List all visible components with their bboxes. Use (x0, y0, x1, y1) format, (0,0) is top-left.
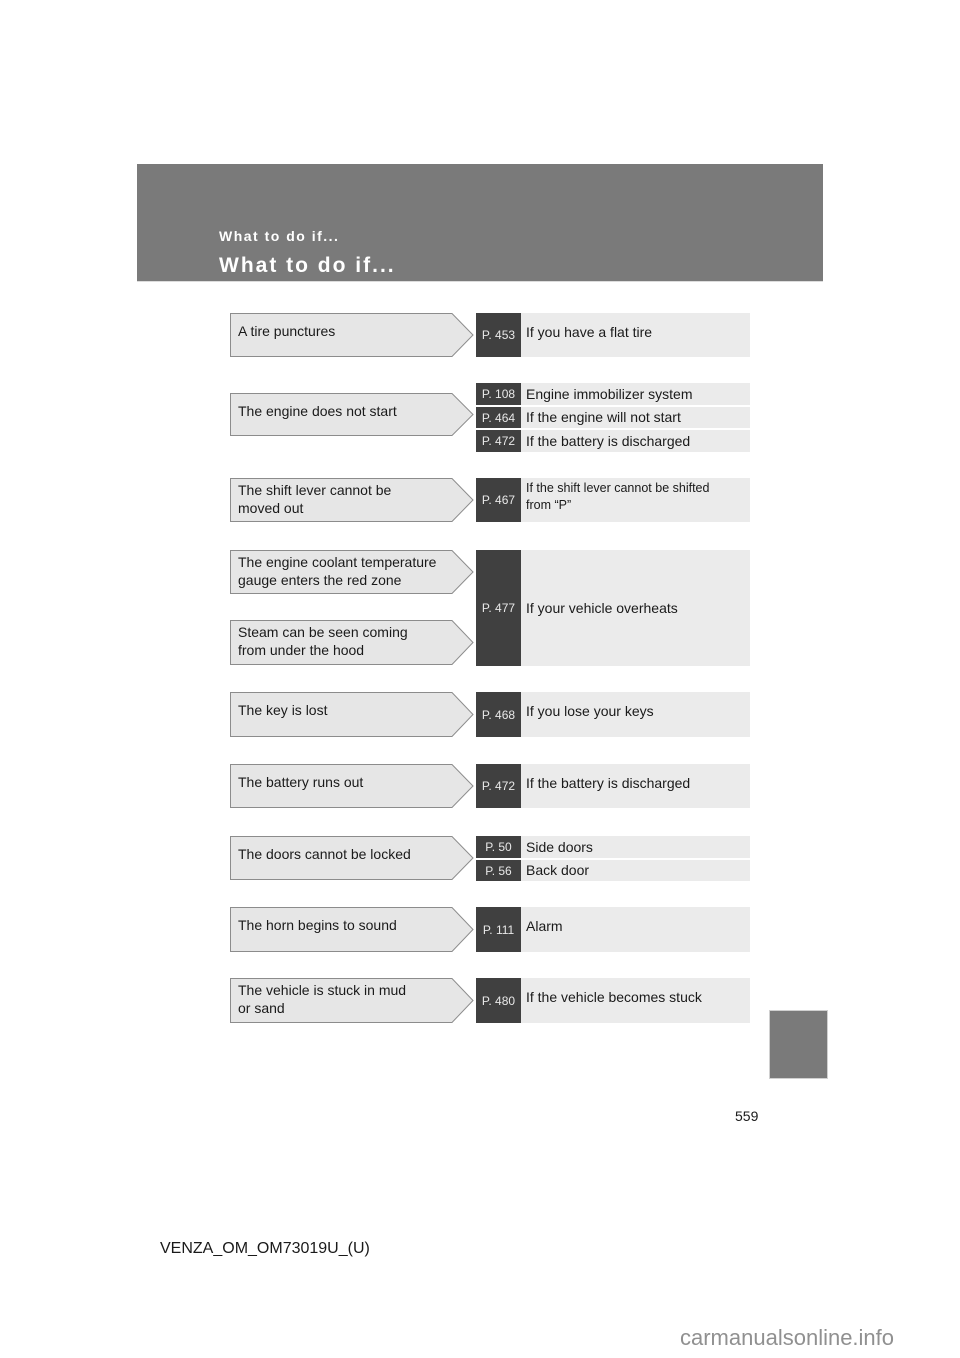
page-reference[interactable]: P. 477 (476, 550, 521, 666)
reference-row[interactable]: P. 480 If the vehicle becomes stuck (476, 978, 750, 1023)
situation-arrow: A tire punctures (230, 313, 474, 357)
reference-description: If the engine will not start (521, 407, 750, 428)
page-reference[interactable]: P. 480 (476, 978, 521, 1023)
reference-description: If the vehicle becomes stuck (521, 978, 750, 1023)
reference-row[interactable]: P. 477 If your vehicle overheats (476, 550, 750, 666)
reference-description: If you have a flat tire (521, 313, 750, 357)
page-reference[interactable]: P. 50 (476, 836, 521, 858)
reference-block: P. 108 Engine immobilizer system P. 464 If … (476, 383, 750, 452)
page-reference[interactable]: P. 468 (476, 692, 521, 737)
page-number: 559 (735, 1108, 759, 1124)
reference-description: If your vehicle overheats (521, 550, 750, 666)
reference-row[interactable]: P. 464 If the engine will not start (476, 407, 750, 428)
situation-arrow: Steam can be seen coming from under the … (230, 620, 474, 665)
situation-arrow: The doors cannot be locked (230, 836, 474, 880)
section-title: What to do if... (219, 254, 396, 277)
document-code: VENZA_OM_OM73019U_(U) (160, 1240, 370, 1257)
situation-arrow: The key is lost (230, 692, 474, 737)
situation-arrow: The vehicle is stuck in mud or sand (230, 978, 474, 1023)
situation-arrow: The engine does not start (230, 393, 474, 436)
situation-arrow: The horn begins to sound (230, 907, 474, 952)
reference-block: P. 453 If you have a flat tire (476, 313, 750, 357)
reference-block: P. 467 If the shift lever cannot be shift… (476, 478, 750, 522)
page-reference[interactable]: P. 56 (476, 860, 521, 881)
situation-text: The engine does not start (238, 403, 397, 419)
reference-row[interactable]: P. 468 If you lose your keys (476, 692, 750, 737)
page-reference[interactable]: P. 472 (476, 764, 521, 808)
situation-text: The key is lost (238, 702, 328, 718)
page-reference[interactable]: P. 472 (476, 430, 521, 452)
reference-description: If you lose your keys (521, 692, 750, 737)
situation-arrow: The shift lever cannot be moved out (230, 478, 474, 522)
situation-text: The horn begins to sound (238, 917, 397, 933)
reference-row[interactable]: P. 56 Back door (476, 860, 750, 881)
reference-block: P. 50 Side doors P. 56 Back door (476, 836, 750, 881)
reference-description: If the battery is discharged (521, 430, 750, 452)
reference-block: P. 477 If your vehicle overheats (476, 550, 750, 666)
reference-description: Back door (521, 860, 750, 881)
situation-text: A tire punctures (238, 323, 336, 339)
section-subtitle: What to do if... (219, 228, 340, 244)
reference-description: If the battery is discharged (521, 764, 750, 808)
page-reference[interactable]: P. 111 (476, 907, 521, 952)
situation-text: The shift lever cannot be moved out (238, 482, 392, 516)
section-header: What to do if... What to do if... (137, 164, 823, 282)
reference-row[interactable]: P. 472 If the battery is discharged (476, 764, 750, 808)
reference-row[interactable]: P. 453 If you have a flat tire (476, 313, 750, 357)
reference-row[interactable]: P. 467 If the shift lever cannot be shift… (476, 478, 750, 522)
situation-text: Steam can be seen coming from under the … (238, 624, 408, 658)
situation-text: The battery runs out (238, 774, 364, 790)
situation-text: The engine coolant temperature gauge ent… (238, 554, 437, 588)
situation-arrow: The engine coolant temperature gauge ent… (230, 550, 474, 594)
situation-arrow: The battery runs out (230, 764, 474, 808)
page-reference[interactable]: P. 453 (476, 313, 521, 357)
reference-block: P. 480 If the vehicle becomes stuck (476, 978, 750, 1023)
watermark: carmanualsonline.info (680, 1325, 895, 1350)
page-reference[interactable]: P. 108 (476, 383, 521, 405)
reference-row[interactable]: P. 472 If the battery is discharged (476, 430, 750, 452)
situation-text: The doors cannot be locked (238, 846, 411, 862)
reference-row[interactable]: P. 50 Side doors (476, 836, 750, 858)
reference-description: Alarm (521, 907, 750, 952)
reference-description: Engine immobilizer system (521, 383, 750, 405)
page-reference[interactable]: P. 467 (476, 478, 521, 522)
reference-block: P. 111 Alarm (476, 907, 750, 952)
reference-description: If the shift lever cannot be shifted fro… (521, 478, 750, 522)
reference-row[interactable]: P. 111 Alarm (476, 907, 750, 952)
page-reference[interactable]: P. 464 (476, 407, 521, 428)
reference-description: Side doors (521, 836, 750, 858)
situation-text: The vehicle is stuck in mud or sand (238, 982, 407, 1016)
reference-block: P. 472 If the battery is discharged (476, 764, 750, 808)
reference-block: P. 468 If you lose your keys (476, 692, 750, 737)
chapter-tab (769, 1010, 828, 1079)
reference-row[interactable]: P. 108 Engine immobilizer system (476, 383, 750, 405)
